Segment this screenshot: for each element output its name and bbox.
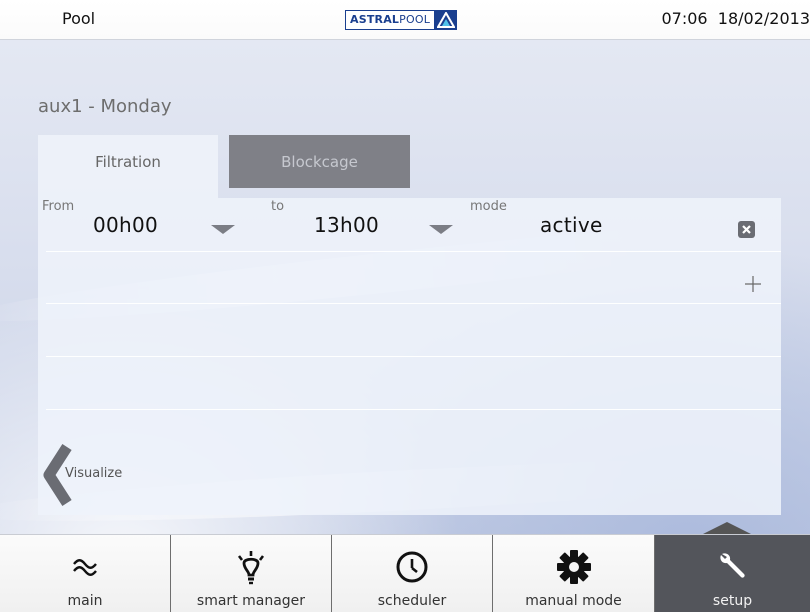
row-divider [46,251,781,252]
tab-filtration[interactable]: Filtration [38,135,218,198]
tab-label: Blockcage [281,152,358,171]
panel-handle-icon[interactable] [703,522,751,534]
astralpool-logo: ASTRALPOOL [345,10,483,30]
bottom-navigation: main smart manager scheduler manual mode… [0,534,810,612]
app-screen: Pool ASTRALPOOL 07:06 18/02/2013 aux1 - … [0,0,810,612]
tab-label: Filtration [95,152,161,171]
app-title: Pool [62,9,96,28]
logo-text: ASTRALPOOL [345,10,436,30]
to-label: to [271,199,285,214]
nav-label: setup [712,593,753,609]
wrench-icon [716,545,750,589]
to-dropdown-icon[interactable] [429,225,453,234]
logo-text-bold: ASTRAL [350,13,400,26]
nav-item-smart-manager[interactable]: smart manager [171,535,332,612]
schedule-panel: From 00h00 to 13h00 mode active Visualiz… [38,198,781,515]
add-entry-button[interactable] [742,273,764,295]
mode-value[interactable]: active [540,213,603,237]
clock-date: 18/02/2013 [717,9,810,28]
from-label: From [42,199,75,214]
nav-label: scheduler [377,593,447,609]
page-title: aux1 - Monday [38,96,172,117]
to-time-value[interactable]: 13h00 [314,213,379,237]
nav-label: smart manager [196,593,306,609]
row-divider [46,409,781,410]
visualize-back-button[interactable]: Visualize [43,443,153,509]
nav-label: manual mode [525,593,622,609]
nav-label: main [67,593,103,609]
status-bar: Pool ASTRALPOOL 07:06 18/02/2013 [0,0,810,40]
delete-entry-button[interactable] [738,221,755,238]
waves-icon [72,545,98,589]
mode-label: mode [470,199,507,214]
nav-item-setup[interactable]: setup [655,535,810,612]
tab-blockcage[interactable]: Blockcage [229,135,410,188]
clock-icon [395,545,429,589]
logo-text-regular: POOL [399,13,431,26]
row-divider [46,303,781,304]
close-icon [742,225,751,234]
nav-item-scheduler[interactable]: scheduler [332,535,493,612]
nav-item-manual-mode[interactable]: manual mode [493,535,655,612]
from-dropdown-icon[interactable] [211,225,235,234]
nav-item-main[interactable]: main [0,535,171,612]
lightbulb-icon [233,545,269,589]
visualize-label: Visualize [65,466,123,481]
logo-mark-icon [435,10,458,30]
gear-icon [555,545,593,589]
datetime: 07:06 18/02/2013 [662,9,810,28]
from-time-value[interactable]: 00h00 [93,213,158,237]
row-divider [46,356,781,357]
plus-icon [745,276,761,292]
clock-time: 07:06 [661,9,708,28]
